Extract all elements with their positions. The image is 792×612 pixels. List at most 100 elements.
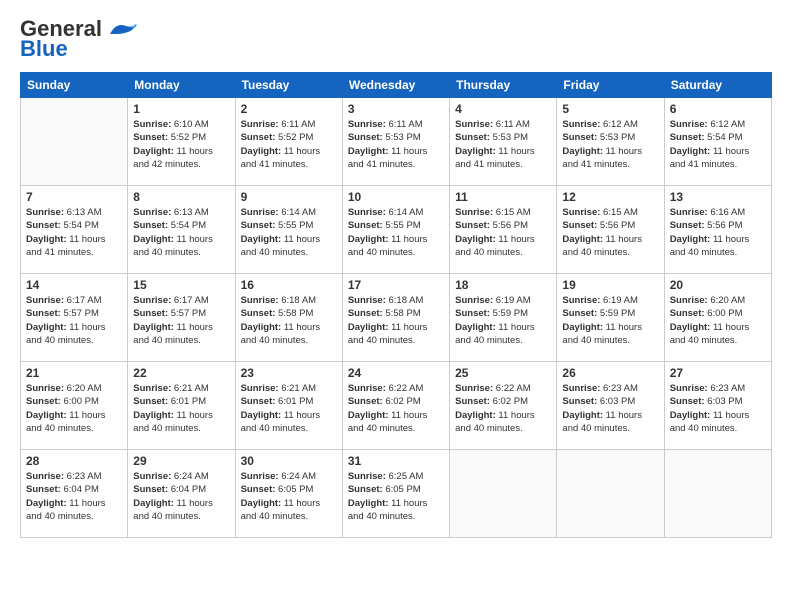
- calendar-cell: 14 Sunrise: 6:17 AMSunset: 5:57 PMDayligh…: [21, 274, 128, 362]
- day-info: Sunrise: 6:12 AMSunset: 5:54 PMDaylight:…: [670, 118, 766, 171]
- calendar-cell: 30Sunrise: 6:24 AMSunset: 6:05 PMDayligh…: [235, 450, 342, 538]
- day-number: 23: [241, 366, 337, 380]
- calendar-cell: 16 Sunrise: 6:18 AMSunset: 5:58 PMDayligh…: [235, 274, 342, 362]
- logo-bird-icon: [106, 20, 138, 38]
- day-info: Sunrise: 6:19 AMSunset: 5:59 PMDaylight:…: [562, 294, 658, 347]
- calendar-cell: 13Sunrise: 6:16 AMSunset: 5:56 PMDayligh…: [664, 186, 771, 274]
- day-number: 15: [133, 278, 229, 292]
- day-info: Sunrise: 6:18 AMSunset: 5:58 PMDaylight:…: [241, 294, 337, 347]
- calendar-cell: 19Sunrise: 6:19 AMSunset: 5:59 PMDayligh…: [557, 274, 664, 362]
- calendar-cell: 9 Sunrise: 6:14 AMSunset: 5:55 PMDaylight…: [235, 186, 342, 274]
- calendar-header-row: SundayMondayTuesdayWednesdayThursdayFrid…: [21, 73, 772, 98]
- day-number: 31: [348, 454, 444, 468]
- calendar-cell: 28Sunrise: 6:23 AMSunset: 6:04 PMDayligh…: [21, 450, 128, 538]
- day-info: Sunrise: 6:19 AMSunset: 5:59 PMDaylight:…: [455, 294, 551, 347]
- calendar-cell: 26 Sunrise: 6:23 AMSunset: 6:03 PMDayligh…: [557, 362, 664, 450]
- calendar-cell: 1 Sunrise: 6:10 AMSunset: 5:52 PMDaylight…: [128, 98, 235, 186]
- day-info: Sunrise: 6:15 AMSunset: 5:56 PMDaylight:…: [562, 206, 658, 259]
- day-number: 4: [455, 102, 551, 116]
- day-number: 27: [670, 366, 766, 380]
- weekday-header: Sunday: [21, 73, 128, 98]
- calendar-cell: 12 Sunrise: 6:15 AMSunset: 5:56 PMDayligh…: [557, 186, 664, 274]
- logo-blue: Blue: [20, 36, 68, 62]
- calendar-cell: 15 Sunrise: 6:17 AMSunset: 5:57 PMDayligh…: [128, 274, 235, 362]
- day-info: Sunrise: 6:18 AMSunset: 5:58 PMDaylight:…: [348, 294, 444, 347]
- day-number: 16: [241, 278, 337, 292]
- calendar-cell: 17 Sunrise: 6:18 AMSunset: 5:58 PMDayligh…: [342, 274, 449, 362]
- day-info: Sunrise: 6:14 AMSunset: 5:55 PMDaylight:…: [241, 206, 337, 259]
- calendar-cell: 6 Sunrise: 6:12 AMSunset: 5:54 PMDaylight…: [664, 98, 771, 186]
- day-info: Sunrise: 6:22 AMSunset: 6:02 PMDaylight:…: [455, 382, 551, 435]
- day-number: 1: [133, 102, 229, 116]
- day-number: 18: [455, 278, 551, 292]
- day-number: 17: [348, 278, 444, 292]
- day-info: Sunrise: 6:11 AMSunset: 5:53 PMDaylight:…: [348, 118, 444, 171]
- calendar-cell: 10Sunrise: 6:14 AMSunset: 5:55 PMDayligh…: [342, 186, 449, 274]
- weekday-header: Thursday: [450, 73, 557, 98]
- day-info: Sunrise: 6:11 AMSunset: 5:53 PMDaylight:…: [455, 118, 551, 171]
- day-info: Sunrise: 6:24 AMSunset: 6:05 PMDaylight:…: [241, 470, 337, 523]
- calendar-cell: 24Sunrise: 6:22 AMSunset: 6:02 PMDayligh…: [342, 362, 449, 450]
- day-info: Sunrise: 6:12 AMSunset: 5:53 PMDaylight:…: [562, 118, 658, 171]
- calendar-week-row: 21 Sunrise: 6:20 AMSunset: 6:00 PMDayligh…: [21, 362, 772, 450]
- day-number: 8: [133, 190, 229, 204]
- day-number: 9: [241, 190, 337, 204]
- calendar-cell: [450, 450, 557, 538]
- weekday-header: Saturday: [664, 73, 771, 98]
- calendar-cell: 5 Sunrise: 6:12 AMSunset: 5:53 PMDaylight…: [557, 98, 664, 186]
- day-info: Sunrise: 6:13 AMSunset: 5:54 PMDaylight:…: [133, 206, 229, 259]
- header: General Blue: [20, 16, 772, 62]
- weekday-header: Tuesday: [235, 73, 342, 98]
- calendar-cell: 31 Sunrise: 6:25 AMSunset: 6:05 PMDayligh…: [342, 450, 449, 538]
- day-info: Sunrise: 6:23 AMSunset: 6:03 PMDaylight:…: [562, 382, 658, 435]
- day-info: Sunrise: 6:21 AMSunset: 6:01 PMDaylight:…: [241, 382, 337, 435]
- day-info: Sunrise: 6:17 AMSunset: 5:57 PMDaylight:…: [26, 294, 122, 347]
- page: General Blue SundayMondayTuesdayWednesda…: [0, 0, 792, 612]
- calendar-cell: 21 Sunrise: 6:20 AMSunset: 6:00 PMDayligh…: [21, 362, 128, 450]
- calendar-cell: 4 Sunrise: 6:11 AMSunset: 5:53 PMDaylight…: [450, 98, 557, 186]
- weekday-header: Monday: [128, 73, 235, 98]
- day-number: 11: [455, 190, 551, 204]
- day-info: Sunrise: 6:22 AMSunset: 6:02 PMDaylight:…: [348, 382, 444, 435]
- day-info: Sunrise: 6:24 AMSunset: 6:04 PMDaylight:…: [133, 470, 229, 523]
- day-number: 12: [562, 190, 658, 204]
- calendar-cell: 2 Sunrise: 6:11 AMSunset: 5:52 PMDaylight…: [235, 98, 342, 186]
- day-number: 22: [133, 366, 229, 380]
- day-info: Sunrise: 6:21 AMSunset: 6:01 PMDaylight:…: [133, 382, 229, 435]
- day-info: Sunrise: 6:10 AMSunset: 5:52 PMDaylight:…: [133, 118, 229, 171]
- day-number: 5: [562, 102, 658, 116]
- calendar-cell: 8 Sunrise: 6:13 AMSunset: 5:54 PMDaylight…: [128, 186, 235, 274]
- day-info: Sunrise: 6:17 AMSunset: 5:57 PMDaylight:…: [133, 294, 229, 347]
- calendar-cell: 25Sunrise: 6:22 AMSunset: 6:02 PMDayligh…: [450, 362, 557, 450]
- calendar-cell: 20Sunrise: 6:20 AMSunset: 6:00 PMDayligh…: [664, 274, 771, 362]
- day-number: 28: [26, 454, 122, 468]
- calendar-cell: 18 Sunrise: 6:19 AMSunset: 5:59 PMDayligh…: [450, 274, 557, 362]
- day-info: Sunrise: 6:15 AMSunset: 5:56 PMDaylight:…: [455, 206, 551, 259]
- day-info: Sunrise: 6:11 AMSunset: 5:52 PMDaylight:…: [241, 118, 337, 171]
- day-number: 2: [241, 102, 337, 116]
- calendar-cell: 11 Sunrise: 6:15 AMSunset: 5:56 PMDayligh…: [450, 186, 557, 274]
- day-number: 3: [348, 102, 444, 116]
- calendar-body: 1 Sunrise: 6:10 AMSunset: 5:52 PMDaylight…: [21, 98, 772, 538]
- day-number: 6: [670, 102, 766, 116]
- day-info: Sunrise: 6:20 AMSunset: 6:00 PMDaylight:…: [26, 382, 122, 435]
- calendar-week-row: 7 Sunrise: 6:13 AMSunset: 5:54 PMDaylight…: [21, 186, 772, 274]
- day-number: 14: [26, 278, 122, 292]
- day-info: Sunrise: 6:20 AMSunset: 6:00 PMDaylight:…: [670, 294, 766, 347]
- day-info: Sunrise: 6:16 AMSunset: 5:56 PMDaylight:…: [670, 206, 766, 259]
- day-info: Sunrise: 6:25 AMSunset: 6:05 PMDaylight:…: [348, 470, 444, 523]
- day-number: 29: [133, 454, 229, 468]
- calendar-week-row: 28Sunrise: 6:23 AMSunset: 6:04 PMDayligh…: [21, 450, 772, 538]
- calendar-cell: 23 Sunrise: 6:21 AMSunset: 6:01 PMDayligh…: [235, 362, 342, 450]
- day-number: 26: [562, 366, 658, 380]
- weekday-header: Wednesday: [342, 73, 449, 98]
- calendar-cell: [21, 98, 128, 186]
- calendar-cell: 22 Sunrise: 6:21 AMSunset: 6:01 PMDayligh…: [128, 362, 235, 450]
- day-number: 7: [26, 190, 122, 204]
- calendar-cell: 3 Sunrise: 6:11 AMSunset: 5:53 PMDaylight…: [342, 98, 449, 186]
- calendar-cell: [664, 450, 771, 538]
- day-number: 21: [26, 366, 122, 380]
- calendar-week-row: 14 Sunrise: 6:17 AMSunset: 5:57 PMDayligh…: [21, 274, 772, 362]
- day-number: 10: [348, 190, 444, 204]
- day-info: Sunrise: 6:23 AMSunset: 6:03 PMDaylight:…: [670, 382, 766, 435]
